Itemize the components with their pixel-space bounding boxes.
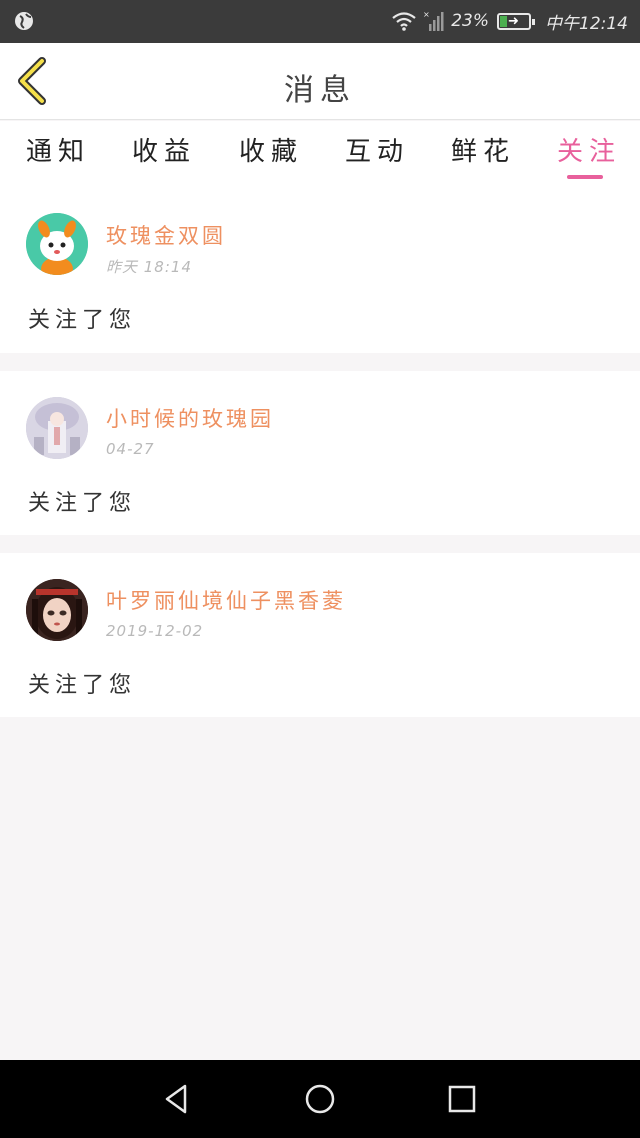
follow-message: 关注了您	[28, 308, 137, 333]
svg-text:×: ×	[423, 10, 430, 19]
back-triangle-icon[interactable]	[160, 1082, 194, 1116]
list-item[interactable]: 玫瑰金双圆 昨天 18:14 关注了您	[0, 185, 640, 353]
doll-avatar	[26, 579, 88, 641]
tab-flowers[interactable]: 鲜花	[451, 131, 515, 168]
list-item[interactable]: 小时候的玫瑰园 04-27 关注了您	[0, 371, 640, 535]
wifi-icon	[392, 12, 416, 31]
follow-time: 2019-12-02	[106, 622, 204, 640]
battery-icon: ➜	[497, 12, 535, 30]
tab-interactions[interactable]: 互动	[345, 131, 409, 168]
active-tab-indicator	[567, 175, 603, 179]
tab-notifications[interactable]: 通知	[26, 131, 90, 168]
status-icons: × 23% ➜ 中午12:14	[391, 9, 628, 34]
home-circle-icon[interactable]	[303, 1082, 337, 1116]
follow-message: 关注了您	[28, 491, 137, 516]
tab-bar: 通知 收益 收藏 互动 鲜花 关注	[0, 121, 640, 185]
app-header: 消息	[0, 43, 640, 120]
follower-name[interactable]: 小时候的玫瑰园	[106, 403, 274, 433]
globe-icon	[15, 12, 33, 30]
tab-earnings[interactable]: 收益	[132, 131, 196, 168]
tab-following[interactable]: 关注	[557, 131, 621, 168]
list-item[interactable]: 叶罗丽仙境仙子黑香菱 2019-12-02 关注了您	[0, 553, 640, 717]
clock: 中午12:14	[545, 13, 628, 34]
page-title: 消息	[284, 73, 356, 108]
cartoon-mascot-avatar	[26, 213, 88, 275]
avatar[interactable]	[26, 397, 88, 459]
signal-icon: ×	[423, 10, 444, 31]
tab-favorites[interactable]: 收藏	[239, 131, 303, 168]
avatar[interactable]	[26, 579, 88, 641]
system-nav-bar	[0, 1060, 640, 1138]
follower-name[interactable]: 叶罗丽仙境仙子黑香菱	[106, 585, 346, 615]
follow-time: 04-27	[106, 440, 155, 458]
follow-time: 昨天 18:14	[106, 258, 192, 276]
follow-message: 关注了您	[28, 673, 137, 698]
recents-square-icon[interactable]	[445, 1082, 479, 1116]
photo-avatar	[26, 397, 88, 459]
battery-percent: 23%	[451, 11, 489, 31]
follower-name[interactable]: 玫瑰金双圆	[106, 220, 226, 250]
avatar[interactable]	[26, 213, 88, 275]
status-bar: × 23% ➜ 中午12:14	[0, 0, 640, 43]
